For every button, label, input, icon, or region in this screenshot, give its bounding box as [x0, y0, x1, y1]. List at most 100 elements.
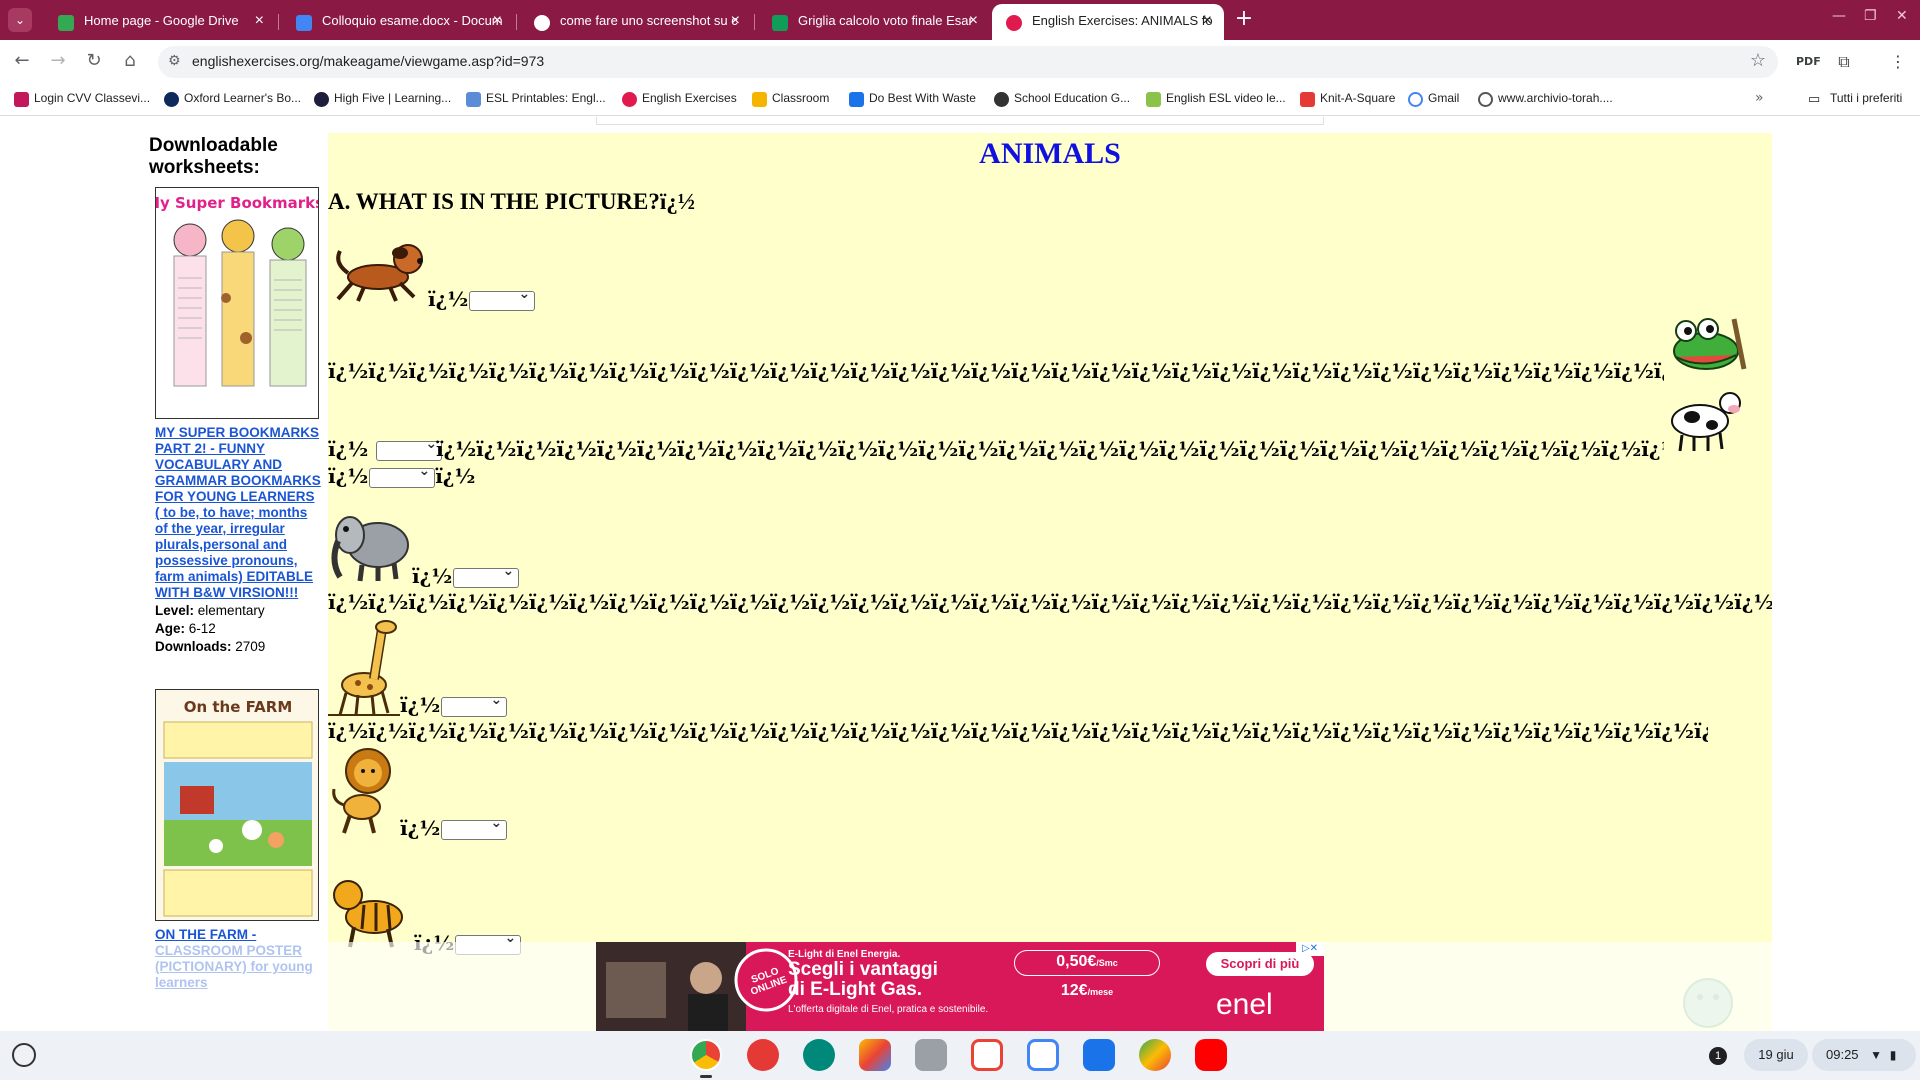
classroom-app-icon[interactable] [803, 1039, 835, 1071]
close-window-icon[interactable]: ✕ [1896, 8, 1908, 24]
new-tab-button[interactable]: + [1230, 6, 1258, 34]
oxford-icon [164, 92, 179, 107]
bookmark-item[interactable]: Login CVV Classevi... [14, 91, 150, 109]
close-icon[interactable]: × [969, 4, 978, 38]
answer-select[interactable] [441, 692, 508, 717]
tab-separator [754, 14, 755, 30]
google-icon [534, 15, 550, 31]
tab-google-docs[interactable]: Colloquio esame.docx - Docum × [282, 4, 514, 40]
maximize-icon[interactable]: ❐ [1864, 8, 1877, 24]
wifi-icon: ▼ [1870, 1048, 1883, 1062]
ad-price-2: 12€/mese [1060, 982, 1114, 999]
launcher-icon[interactable] [12, 1043, 36, 1067]
tab-google-sheets[interactable]: Griglia calcolo voto finale Esar × [758, 4, 990, 40]
close-icon[interactable]: × [255, 4, 264, 38]
calendar-app-icon[interactable] [1027, 1039, 1059, 1071]
home-icon[interactable]: ⌂ [118, 50, 142, 74]
bookmark-item[interactable]: High Five | Learning... [314, 91, 451, 109]
garbled-text: ï¿½ï¿½ï¿½ï¿½ï¿½ï¿½ï¿½ï¿½ï¿½ï¿½ï¿½ï¿½ï¿½ï… [328, 590, 1772, 614]
all-bookmarks-folder[interactable]: ▭ Tutti i preferiti [1808, 91, 1902, 106]
tab-google-search[interactable]: come fare uno screenshot su c × [520, 4, 752, 40]
bookmark-item[interactable]: Gmail [1408, 91, 1459, 109]
worksheet-link[interactable]: MY SUPER BOOKMARKS PART 2! - FUNNY VOCAB… [155, 425, 321, 601]
worksheet-thumbnail[interactable]: My Super Bookmarks! [155, 187, 319, 419]
photos-app-icon[interactable] [859, 1039, 891, 1071]
camera-app-icon[interactable] [915, 1039, 947, 1071]
answer-select[interactable] [369, 463, 436, 488]
bookmark-item[interactable]: Knit-A-Square [1300, 91, 1395, 109]
answer-select[interactable] [376, 436, 443, 461]
tab-strip: ⌄ Home page - Google Drive × Colloquio e… [0, 0, 1920, 40]
classroom-icon [752, 92, 767, 107]
english-exercises-icon [622, 92, 637, 107]
back-icon[interactable]: ← [10, 50, 34, 74]
enel-advertisement[interactable]: SOLO ONLINE E-Light di Enel Energia. Sce… [596, 942, 1324, 1031]
giraffe-picture [328, 620, 400, 716]
bookmark-item[interactable]: Oxford Learner's Bo... [164, 91, 301, 109]
worksheet-thumbnail[interactable]: On the FARM [155, 689, 319, 921]
date-indicator[interactable]: 19 giu [1744, 1039, 1808, 1071]
tab-title: come fare uno screenshot su c [560, 13, 738, 28]
tab-title: Griglia calcolo voto finale Esar [798, 13, 973, 28]
exercise-item-4: ï¿½ [412, 563, 520, 588]
tab-separator [516, 14, 517, 30]
thumbnail-title: On the FARM [184, 698, 293, 716]
reload-icon[interactable]: ↻ [82, 50, 106, 74]
forward-icon[interactable]: → [46, 50, 70, 74]
url-text: englishexercises.org/makeagame/viewgame.… [192, 53, 545, 69]
tab-title: English Exercises: ANIMALS fo [1032, 13, 1213, 28]
tab-title: Colloquio esame.docx - Docum [322, 13, 503, 28]
gmail-app-icon[interactable] [971, 1039, 1003, 1071]
bookmark-star-icon[interactable]: ☆ [1750, 50, 1766, 71]
lion-picture [332, 748, 391, 834]
files-app-icon[interactable] [1083, 1039, 1115, 1071]
address-bar[interactable]: ⚙ englishexercises.org/makeagame/viewgam… [158, 46, 1778, 78]
os-shelf: 1 19 giu 09:25 ▼ ▮ [0, 1031, 1920, 1080]
status-area[interactable]: 09:25 ▼ ▮ [1812, 1039, 1916, 1071]
close-icon[interactable]: × [1203, 4, 1212, 38]
bookmark-item[interactable]: ESL Printables: Engl... [466, 91, 606, 109]
bookmark-item[interactable]: School Education G... [994, 91, 1130, 109]
google-docs-icon [296, 15, 312, 31]
ad-headline-1: Scegli i vantaggi [788, 959, 938, 980]
notification-tray[interactable]: 1 [1700, 1039, 1736, 1071]
elephant-picture [331, 516, 409, 582]
answer-select[interactable] [453, 563, 520, 588]
cow-picture [1671, 392, 1741, 452]
bookmark-item[interactable]: Classroom [752, 91, 829, 109]
worksheet-downloads: Downloads: 2709 [155, 639, 266, 654]
tab-google-drive[interactable]: Home page - Google Drive × [44, 4, 276, 40]
isl-icon [1146, 92, 1161, 107]
bookmark-item[interactable]: English ESL video le... [1146, 91, 1286, 109]
answer-select[interactable] [469, 286, 536, 311]
tab-english-exercises[interactable]: English Exercises: ANIMALS fo × [992, 4, 1224, 40]
menu-icon[interactable]: ⋮ [1886, 50, 1910, 74]
globe-icon [1478, 92, 1493, 107]
pdf-extension-icon[interactable]: PDF [1796, 50, 1821, 74]
play-store-icon[interactable] [1139, 1039, 1171, 1071]
adchoices-icon[interactable]: ▷✕ [1296, 942, 1324, 956]
extensions-icon[interactable]: ⧉ [1832, 50, 1856, 74]
tab-search-button[interactable]: ⌄ [8, 8, 32, 32]
frog-picture [1673, 318, 1747, 370]
top-ad-edge [596, 117, 1324, 125]
bookmark-item[interactable]: www.archivio-torah.... [1478, 91, 1613, 109]
folder-icon: ▭ [1808, 91, 1821, 106]
classeviva-icon [14, 92, 29, 107]
site-info-icon[interactable]: ⚙ [168, 53, 181, 69]
close-icon[interactable]: × [493, 4, 502, 38]
bookmarks-overflow-icon[interactable]: » [1755, 90, 1764, 106]
ad-headline-2: di E-Light Gas. [788, 979, 923, 1000]
worksheet-age: Age: 6-12 [155, 621, 216, 636]
bookmark-item[interactable]: Do Best With Waste [849, 91, 976, 109]
answer-select[interactable] [441, 815, 508, 840]
bookmarks-bar: Login CVV Classevi... Oxford Learner's B… [0, 84, 1920, 116]
minimize-icon[interactable]: — [1832, 8, 1846, 24]
chrome-icon[interactable] [690, 1039, 722, 1071]
canvas-icon[interactable] [747, 1039, 779, 1071]
clock-time: 09:25 [1826, 1047, 1859, 1062]
youtube-app-icon[interactable] [1195, 1039, 1227, 1071]
ad-subtext: L'offerta digitale di Enel, pratica e so… [788, 1004, 989, 1015]
bookmark-item[interactable]: English Exercises [622, 91, 737, 109]
close-icon[interactable]: × [731, 4, 740, 38]
